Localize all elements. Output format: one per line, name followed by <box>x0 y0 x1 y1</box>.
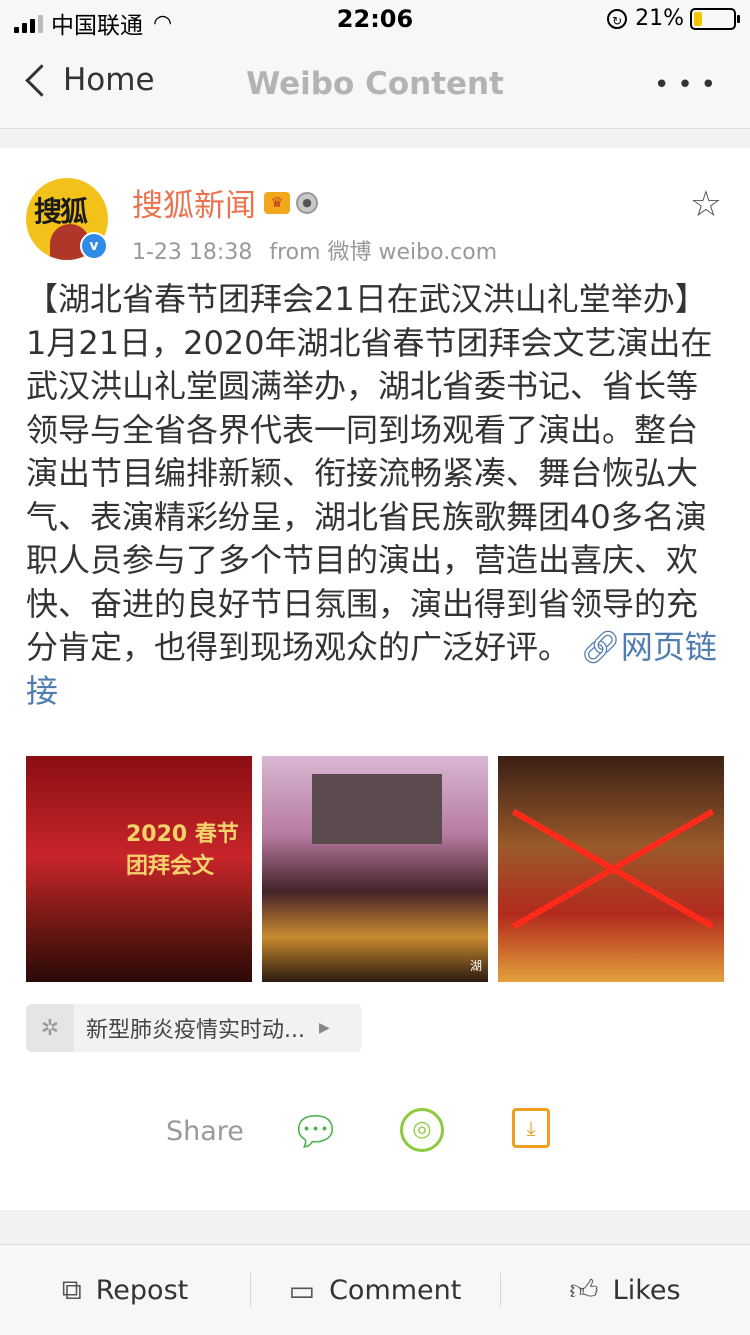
star-icon[interactable]: ☆ <box>690 184 722 225</box>
comment-button[interactable]: ▭ Comment <box>250 1245 500 1335</box>
verified-icon: v <box>80 232 108 260</box>
rotation-lock-icon: ↻ <box>607 8 628 29</box>
medal-icon: ● <box>296 191 318 214</box>
more-button[interactable]: ••• <box>654 70 724 100</box>
save-image-icon[interactable]: ⤓ <box>512 1108 550 1148</box>
status-right: ↻ 21% <box>607 6 740 31</box>
battery-icon <box>690 7 740 30</box>
post-image-3[interactable] <box>498 756 724 982</box>
post-source: from 微博 weibo.com <box>269 240 498 265</box>
avatar-text: 搜狐 <box>34 195 88 228</box>
topic-chip[interactable]: ✲ 新型肺炎疫情实时动... ▶ <box>26 1004 362 1052</box>
post-card: 搜狐 v 搜狐新闻 ♛ ● 1-23 18:38 from 微博 weibo.c… <box>0 148 750 1210</box>
image-grid: 2020 春节团拜会文 湖 <box>26 756 724 982</box>
post-text: 【湖北省春节团拜会21日在武汉洪山礼堂举办】1月21日，2020年湖北省春节团拜… <box>26 280 713 666</box>
nav-bar: Home Weibo Content ••• <box>0 40 750 129</box>
share-label: Share <box>166 1116 244 1147</box>
topic-label: 新型肺炎疫情实时动... <box>86 1018 305 1043</box>
post-image-1[interactable]: 2020 春节团拜会文 <box>26 756 252 982</box>
battery-percent: 21% <box>635 6 684 31</box>
post-text-container: 【湖北省春节团拜会21日在武汉洪山礼堂举办】1月21日，2020年湖北省春节团拜… <box>26 278 726 713</box>
status-bar: 中国联通 ◠ 22:06 ↻ 21% <box>0 0 750 40</box>
image-1-stage-text: 2020 春节团拜会文 <box>126 822 239 879</box>
image-2-building <box>312 774 442 844</box>
post-image-2[interactable]: 湖 <box>262 756 488 982</box>
likes-label: Likes <box>612 1274 681 1306</box>
author-row: 搜狐新闻 ♛ ● <box>132 180 318 225</box>
repost-icon: ⧉ <box>61 1273 82 1306</box>
post-timestamp: 1-23 18:38 <box>132 240 253 265</box>
page-title: Weibo Content <box>246 66 504 102</box>
link-icon: 🔗︎ <box>580 628 621 666</box>
repost-label: Repost <box>95 1274 189 1306</box>
likes-button[interactable]: 👍︎ Likes <box>500 1245 750 1335</box>
post-meta: 1-23 18:38 from 微博 weibo.com <box>132 234 497 266</box>
comment-label: Comment <box>329 1274 462 1306</box>
wechat-icon[interactable]: 💬︎ <box>290 1108 341 1156</box>
moments-icon[interactable]: ◎ <box>400 1108 444 1152</box>
author-name[interactable]: 搜狐新闻 <box>132 180 256 225</box>
thumbs-up-icon: 👍︎ <box>569 1273 599 1306</box>
image-watermark: 湖 <box>469 959 482 973</box>
chevron-right-icon: ▶ <box>318 1020 330 1036</box>
repost-button[interactable]: ⧉ Repost <box>0 1245 250 1335</box>
bottom-toolbar: ⧉ Repost ▭ Comment 👍︎ Likes <box>0 1244 750 1335</box>
crown-icon: ♛ <box>264 191 290 214</box>
share-row: Share 💬︎ ◎ ⤓ <box>0 1108 750 1168</box>
topic-icon: ✲ <box>26 1004 74 1052</box>
comment-icon: ▭ <box>288 1273 316 1307</box>
